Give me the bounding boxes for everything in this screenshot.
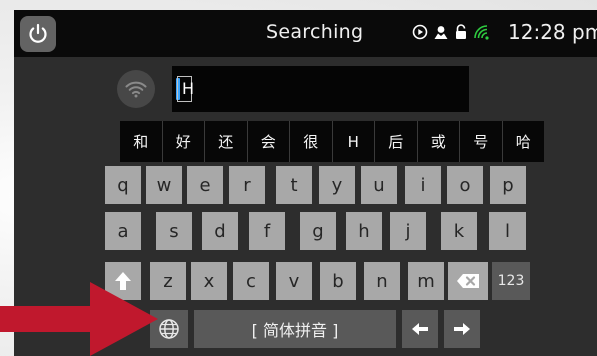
- key-y[interactable]: y: [319, 166, 355, 204]
- power-icon: [29, 23, 47, 43]
- candidate-item[interactable]: 好: [162, 121, 204, 162]
- candidate-item[interactable]: 后: [375, 121, 417, 162]
- candidate-item[interactable]: 很: [290, 121, 332, 162]
- key-a[interactable]: a: [105, 212, 141, 250]
- key-g[interactable]: g: [300, 212, 336, 250]
- key-n[interactable]: n: [364, 262, 400, 300]
- key-f[interactable]: f: [249, 212, 285, 250]
- key-r[interactable]: r: [229, 166, 265, 204]
- key-v[interactable]: v: [276, 262, 312, 300]
- arrow-left-icon: [412, 323, 428, 335]
- power-button[interactable]: [20, 16, 56, 52]
- candidate-item[interactable]: H: [332, 121, 374, 162]
- key-w[interactable]: w: [146, 166, 182, 204]
- key-l[interactable]: l: [489, 212, 526, 250]
- wifi-icon: [474, 25, 489, 40]
- globe-icon: [159, 319, 179, 339]
- key-d[interactable]: d: [202, 212, 238, 250]
- key-b[interactable]: b: [320, 262, 356, 300]
- wifi-signal-icon: [125, 81, 147, 98]
- key-x[interactable]: x: [191, 262, 227, 300]
- candidate-item[interactable]: 还: [205, 121, 247, 162]
- key-u[interactable]: u: [361, 166, 397, 204]
- key-e[interactable]: e: [187, 166, 223, 204]
- candidate-item[interactable]: 和: [120, 121, 162, 162]
- annotation-arrow-icon: [0, 282, 158, 356]
- candidate-item[interactable]: 会: [247, 121, 289, 162]
- play-circle-icon: [412, 24, 428, 40]
- status-icons: [412, 24, 491, 40]
- status-title: Searching: [266, 21, 364, 43]
- right-arrow-key[interactable]: [444, 310, 480, 348]
- candidate-item[interactable]: 哈: [502, 121, 544, 162]
- status-bar: Searching 12:28 pm: [14, 10, 597, 57]
- backspace-key[interactable]: [448, 262, 488, 300]
- key-s[interactable]: s: [156, 212, 192, 250]
- key-p[interactable]: p: [490, 166, 526, 204]
- key-q[interactable]: q: [105, 166, 141, 204]
- lock-icon: [456, 24, 466, 39]
- candidate-item[interactable]: 号: [460, 121, 502, 162]
- key-t[interactable]: t: [276, 166, 312, 204]
- key-m[interactable]: m: [408, 262, 444, 300]
- numbers-key[interactable]: 123: [492, 262, 530, 300]
- candidate-bar: 和 好 还 会 很 H 后 或 号 哈: [120, 121, 544, 162]
- status-time: 12:28 pm: [508, 20, 597, 44]
- left-arrow-key[interactable]: [402, 310, 438, 348]
- key-c[interactable]: c: [233, 262, 269, 300]
- space-key[interactable]: [ 简体拼音 ]: [194, 310, 396, 348]
- person-icon: [434, 26, 448, 39]
- key-h[interactable]: h: [346, 212, 382, 250]
- key-o[interactable]: o: [447, 166, 483, 204]
- key-i[interactable]: i: [405, 166, 441, 204]
- candidate-item[interactable]: 或: [417, 121, 459, 162]
- search-input[interactable]: H: [172, 66, 469, 112]
- arrow-right-icon: [454, 323, 470, 335]
- wifi-button[interactable]: [117, 70, 155, 108]
- key-j[interactable]: j: [390, 212, 426, 250]
- key-k[interactable]: k: [441, 212, 477, 250]
- backspace-icon: [457, 274, 479, 288]
- search-input-value: H: [182, 79, 195, 98]
